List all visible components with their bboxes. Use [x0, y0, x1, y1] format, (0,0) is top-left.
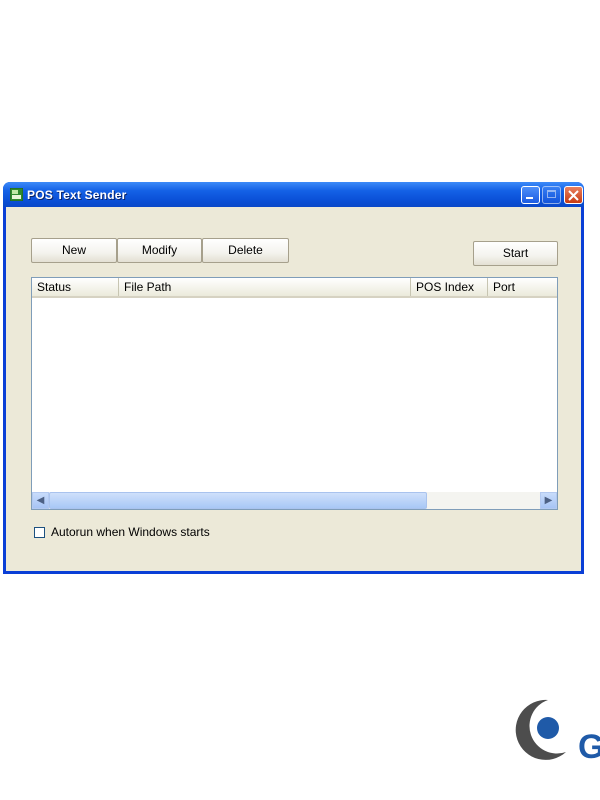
modify-button[interactable]: Modify	[117, 238, 202, 263]
list-header: Status File Path POS Index Port	[32, 278, 557, 298]
file-list[interactable]: Status File Path POS Index Port ◀ ▶	[31, 277, 558, 510]
autorun-checkbox[interactable]	[34, 526, 45, 538]
start-button[interactable]: Start	[473, 241, 558, 266]
app-icon	[10, 188, 23, 201]
window-client-area: New Modify Delete Start Status File Path…	[6, 207, 581, 571]
close-icon	[568, 190, 579, 201]
logo-dot	[537, 717, 559, 739]
column-header-status[interactable]: Status	[32, 278, 119, 296]
minimize-button[interactable]	[521, 186, 540, 204]
autorun-option[interactable]: Autorun when Windows starts	[34, 524, 210, 540]
new-button[interactable]: New	[31, 238, 117, 263]
arrow-right-icon: ▶	[544, 495, 553, 506]
horizontal-scrollbar[interactable]: ◀ ▶	[32, 492, 557, 509]
title-bar[interactable]: POS Text Sender	[3, 182, 584, 207]
window-title: POS Text Sender	[27, 188, 127, 202]
logo-letter: G	[578, 728, 600, 766]
column-header-port[interactable]: Port	[488, 278, 559, 296]
scrollbar-thumb[interactable]	[49, 492, 427, 509]
autorun-label: Autorun when Windows starts	[51, 525, 210, 539]
delete-button[interactable]: Delete	[202, 238, 289, 263]
column-header-pos-index[interactable]: POS Index	[411, 278, 488, 296]
brand-logo: G	[515, 699, 600, 766]
scroll-right-button[interactable]: ▶	[540, 492, 557, 509]
scroll-left-button[interactable]: ◀	[32, 492, 49, 509]
arrow-left-icon: ◀	[36, 495, 45, 506]
maximize-button[interactable]	[542, 186, 561, 204]
column-header-file-path[interactable]: File Path	[119, 278, 411, 296]
close-button[interactable]	[564, 186, 583, 204]
pos-text-sender-window: POS Text Sender New Modify Delete Start …	[3, 182, 584, 574]
